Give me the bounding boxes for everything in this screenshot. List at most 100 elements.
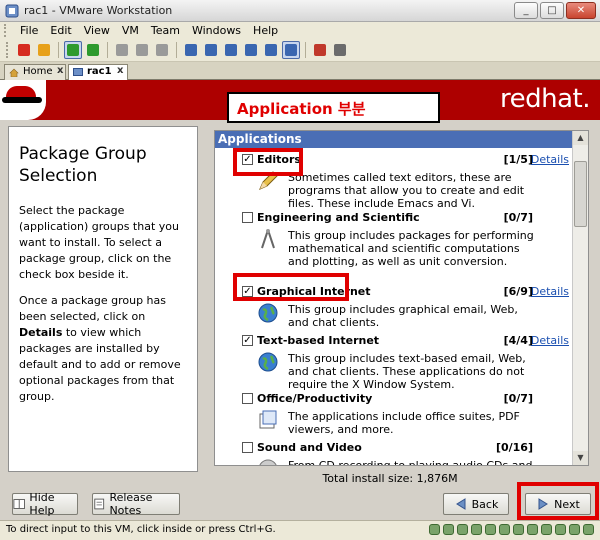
menu-bar: File Edit View VM Team Windows Help bbox=[0, 22, 600, 39]
hard-disk-icon[interactable] bbox=[499, 524, 510, 535]
package-group-count: [4/4] bbox=[503, 334, 533, 347]
message-icon[interactable] bbox=[583, 524, 594, 535]
tab-home[interactable]: Home x bbox=[4, 64, 66, 80]
suspend-icon bbox=[38, 44, 50, 56]
settings-icon bbox=[334, 44, 346, 56]
power-off-button[interactable] bbox=[15, 41, 33, 59]
scroll-thumb[interactable] bbox=[574, 161, 587, 227]
snapshot-manager-icon bbox=[156, 44, 168, 56]
highlight-next bbox=[517, 482, 599, 520]
package-group-name[interactable]: Sound and Video bbox=[257, 441, 362, 454]
redhat-hat-logo bbox=[0, 80, 46, 120]
tab-rac1[interactable]: rac1 x bbox=[68, 64, 128, 81]
usb-icon[interactable] bbox=[555, 524, 566, 535]
vm-icon bbox=[73, 68, 83, 76]
menu-edit[interactable]: Edit bbox=[44, 24, 77, 37]
close-button[interactable]: ✕ bbox=[566, 2, 596, 19]
revert-snapshot-button[interactable] bbox=[133, 41, 151, 59]
annotation-callout-text: Application 부분 bbox=[237, 100, 366, 118]
summary-button[interactable] bbox=[242, 41, 260, 59]
scroll-up-icon[interactable]: ▲ bbox=[573, 131, 588, 145]
package-group-count: [6/9] bbox=[503, 285, 533, 298]
package-group-name[interactable]: Engineering and Scientific bbox=[257, 211, 420, 224]
vmware-app-icon bbox=[5, 4, 19, 18]
power-off-icon bbox=[18, 44, 30, 56]
menu-windows[interactable]: Windows bbox=[186, 24, 247, 37]
package-group-row: Engineering and Scientific [0/7] This grou… bbox=[215, 206, 573, 268]
package-group-name[interactable]: Text-based Internet bbox=[257, 334, 379, 347]
toolbar-separator bbox=[58, 42, 59, 58]
minimize-button[interactable]: _ bbox=[514, 2, 538, 19]
scroll-down-icon[interactable]: ▼ bbox=[573, 451, 588, 465]
power-on-button[interactable] bbox=[64, 41, 82, 59]
toolbar-grip[interactable] bbox=[6, 42, 10, 58]
help-paragraph-1: Select the package (application) groups … bbox=[19, 204, 179, 281]
package-group-checkbox[interactable] bbox=[242, 393, 253, 404]
sound-icon[interactable] bbox=[569, 524, 580, 535]
status-text: To direct input to this VM, click inside… bbox=[6, 524, 276, 535]
menu-grip[interactable] bbox=[4, 24, 8, 37]
console-view-button[interactable] bbox=[282, 41, 300, 59]
package-group-details-link[interactable]: Details bbox=[531, 285, 569, 298]
hard-disk-icon[interactable] bbox=[457, 524, 468, 535]
power-on-icon bbox=[67, 44, 79, 56]
tab-rac1-close-icon[interactable]: x bbox=[117, 65, 123, 76]
hard-disk-icon[interactable] bbox=[513, 524, 524, 535]
show-console-button[interactable] bbox=[182, 41, 200, 59]
tab-bar: Home x rac1 x bbox=[0, 62, 600, 81]
suspend-button[interactable] bbox=[35, 41, 53, 59]
menu-help[interactable]: Help bbox=[247, 24, 284, 37]
hard-disk-icon[interactable] bbox=[527, 524, 538, 535]
snapshot-button[interactable] bbox=[113, 41, 131, 59]
package-group-checkbox[interactable] bbox=[242, 212, 253, 223]
hide-help-button[interactable]: Hide Help bbox=[12, 491, 78, 517]
group-scroll-area[interactable]: ✓ Editors [1/5] Details Sometimes called tex… bbox=[215, 148, 573, 465]
full-screen-button[interactable] bbox=[202, 41, 220, 59]
release-notes-button[interactable]: Release Notes bbox=[92, 491, 180, 517]
applications-header: Applications bbox=[215, 131, 573, 148]
package-group-description: This group includes packages for perform… bbox=[288, 229, 534, 268]
help-paragraph-2: Once a package group has been selected, … bbox=[19, 294, 181, 403]
package-group-checkbox[interactable] bbox=[242, 442, 253, 453]
vm-console[interactable]: redhat. Application 부분 Package Group Sel… bbox=[0, 80, 600, 520]
redhat-wordmark: redhat. bbox=[500, 84, 591, 114]
revert-snapshot-icon bbox=[136, 44, 148, 56]
menu-vm[interactable]: VM bbox=[116, 24, 145, 37]
highlight-graphical-internet bbox=[233, 273, 349, 301]
package-group-count: [1/5] bbox=[503, 153, 533, 166]
help-title: Package Group Selection bbox=[19, 144, 147, 186]
quick-switch-button[interactable] bbox=[222, 41, 240, 59]
toolbar-separator bbox=[176, 42, 177, 58]
team-button[interactable] bbox=[311, 41, 329, 59]
package-group-details-link[interactable]: Details bbox=[531, 153, 569, 166]
package-group-description: From CD recording to playing audio CDs a… bbox=[288, 459, 538, 465]
menu-team[interactable]: Team bbox=[145, 24, 186, 37]
globe-icon bbox=[257, 351, 279, 373]
hard-disk-icon[interactable] bbox=[443, 524, 454, 535]
package-group-description: Sometimes called text editors, these are… bbox=[288, 171, 525, 210]
settings-button[interactable] bbox=[331, 41, 349, 59]
toolbar bbox=[0, 39, 600, 62]
window-controls: _ □ ✕ bbox=[514, 2, 596, 19]
cdrom-icon[interactable] bbox=[541, 524, 552, 535]
menu-view[interactable]: View bbox=[78, 24, 116, 37]
package-group-checkbox[interactable]: ✓ bbox=[242, 335, 253, 346]
reset-button[interactable] bbox=[84, 41, 102, 59]
maximize-button[interactable]: □ bbox=[540, 2, 564, 19]
title-bar: rac1 - VMware Workstation _ □ ✕ bbox=[0, 0, 600, 22]
package-group-details-link[interactable]: Details bbox=[531, 334, 569, 347]
package-group-count: [0/16] bbox=[495, 441, 533, 454]
snapshot-manager-button[interactable] bbox=[153, 41, 171, 59]
package-group-name[interactable]: Office/Productivity bbox=[257, 392, 372, 405]
appliance-view-button[interactable] bbox=[262, 41, 280, 59]
globe-icon bbox=[257, 302, 279, 324]
hard-disk-icon[interactable] bbox=[485, 524, 496, 535]
vertical-scrollbar[interactable]: ▲ ▼ bbox=[572, 131, 588, 465]
hard-disk-icon[interactable] bbox=[471, 524, 482, 535]
network-icon[interactable] bbox=[429, 524, 440, 535]
back-button[interactable]: Back bbox=[443, 493, 509, 515]
office-icon bbox=[257, 409, 279, 431]
tab-home-close-icon[interactable]: x bbox=[57, 65, 63, 76]
menu-file[interactable]: File bbox=[14, 24, 44, 37]
console-view-icon bbox=[285, 44, 297, 56]
